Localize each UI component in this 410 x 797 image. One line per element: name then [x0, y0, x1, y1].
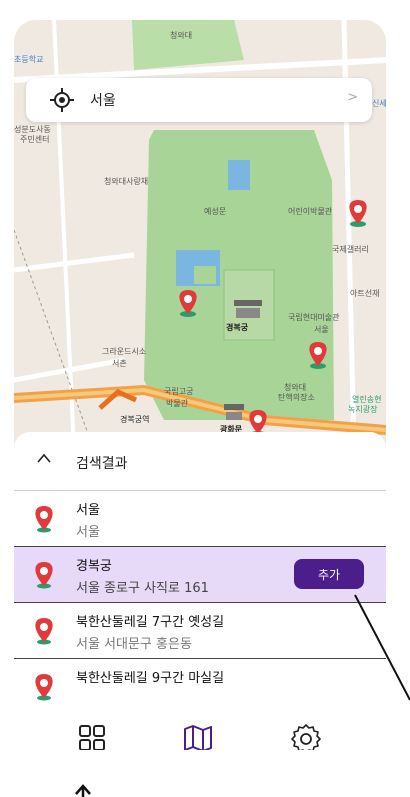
svg-text:서촌: 서촌 — [112, 359, 127, 368]
result-name: 북한산둘레길 9구간 마실길 — [76, 671, 225, 686]
svg-text:신세: 신세 — [372, 99, 386, 108]
annotation-arrow — [75, 784, 91, 797]
chevron-up-icon[interactable] — [36, 452, 52, 464]
result-name: 서울 — [76, 503, 100, 518]
bottom-nav — [14, 714, 386, 750]
list-item-selected[interactable]: 경복궁 서울 종로구 사직로 161 추가 — [14, 547, 386, 603]
svg-text:녹지광장: 녹지광장 — [348, 404, 378, 414]
svg-text:청와대: 청와대 — [284, 382, 306, 392]
result-address: 서울 서대문구 홍은동 — [76, 637, 192, 652]
location-target-icon[interactable] — [48, 86, 76, 114]
list-item[interactable]: 북한산둘레길 7구간 옛성길 서울 서대문구 홍은동 — [14, 603, 386, 659]
search-query[interactable]: 서울 — [90, 90, 116, 110]
svg-text:국립현대미술관: 국립현대미술관 — [288, 312, 340, 322]
result-name: 경복궁 — [76, 559, 112, 574]
svg-text:초등학교: 초등학교 — [14, 54, 43, 64]
grid-icon[interactable] — [76, 722, 108, 750]
svg-text:청와대사랑채: 청와대사랑채 — [104, 176, 148, 186]
results-panel: 검색결과 서울 서울 경복궁 서울 종로구 사직로 161 추가 북한산둘레길 … — [14, 432, 386, 750]
svg-text:열린송현: 열린송현 — [352, 394, 381, 404]
map-icon[interactable] — [182, 722, 214, 750]
svg-text:탄핵의장소: 탄핵의장소 — [278, 392, 315, 402]
svg-text:경복궁역: 경복궁역 — [120, 414, 149, 424]
svg-text:어린이박물관: 어린이박물관 — [288, 206, 333, 216]
result-address: 서울 — [76, 525, 100, 540]
results-header[interactable]: 검색결과 — [14, 432, 386, 490]
list-item[interactable]: 북한산둘레길 9구간 마실길 — [14, 659, 386, 713]
svg-text:청와대: 청와대 — [170, 30, 192, 40]
map-pin[interactable] — [179, 290, 197, 317]
list-item[interactable]: 서울 서울 — [14, 491, 386, 547]
map-pin-icon — [35, 618, 53, 645]
map-pin-icon — [35, 674, 53, 701]
app-screen: 청와대 초등학교 성분도사동 주민센터 청와대사랑채 예성문 어린이박물관 국제… — [14, 20, 386, 750]
svg-text:국립고궁: 국립고궁 — [164, 387, 193, 396]
svg-text:예성문: 예성문 — [204, 206, 226, 216]
results-list[interactable]: 서울 서울 경복궁 서울 종로구 사직로 161 추가 북한산둘레길 7구간 옛… — [14, 490, 386, 713]
svg-text:경복궁: 경복궁 — [226, 322, 249, 332]
svg-text:아트선재: 아트선재 — [350, 288, 379, 298]
svg-text:서울: 서울 — [314, 325, 329, 334]
svg-text:주민센터: 주민센터 — [20, 134, 49, 144]
svg-text:박물관: 박물관 — [166, 398, 189, 408]
result-name: 북한산둘레길 7구간 옛성길 — [76, 615, 225, 630]
map-pin-icon — [35, 562, 53, 589]
add-button[interactable]: 추가 — [294, 559, 364, 589]
svg-text:그라운드시소: 그라운드시소 — [102, 347, 146, 356]
map-pin[interactable] — [309, 342, 327, 369]
search-bar[interactable]: 서울 > — [26, 78, 372, 122]
svg-text:성분도사동: 성분도사동 — [14, 125, 51, 134]
chevron-right-icon[interactable]: > — [347, 90, 358, 105]
svg-text:국제갤러리: 국제갤러리 — [332, 244, 369, 254]
results-title: 검색결과 — [76, 456, 128, 472]
result-address: 서울 종로구 사직로 161 — [76, 581, 209, 596]
map-pin-icon — [35, 506, 53, 533]
settings-icon[interactable] — [290, 722, 322, 750]
map-pin[interactable] — [349, 200, 367, 227]
